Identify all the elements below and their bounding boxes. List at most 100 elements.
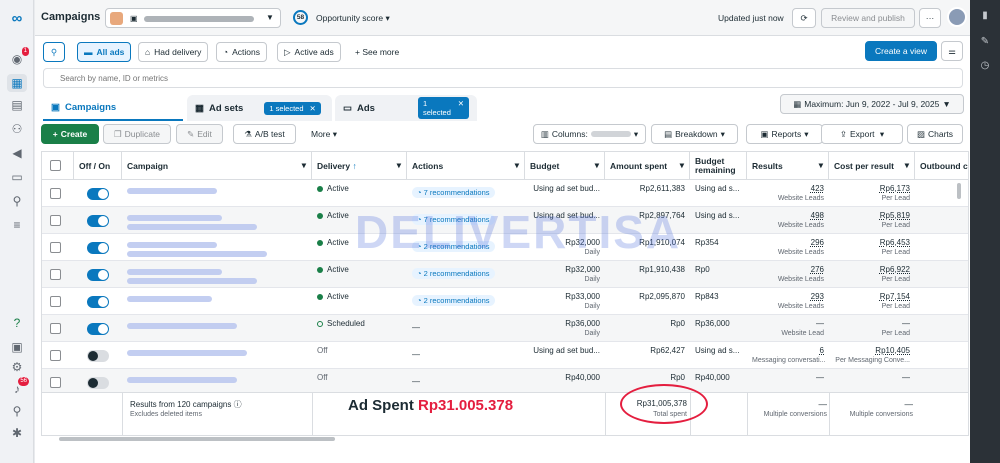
col-off-on[interactable]: Off / On	[74, 152, 122, 180]
table-row[interactable]: Off — Using ad set bud... Rp62,427 Using ad …	[42, 342, 968, 369]
row-checkbox[interactable]	[50, 188, 61, 199]
charts-button[interactable]: ▨ Charts	[907, 124, 963, 144]
campaign-name-cell[interactable]	[122, 288, 312, 315]
ads-selected-chip[interactable]: 1 selected ✕	[417, 97, 469, 119]
campaign-toggle[interactable]	[87, 269, 109, 281]
actions-cell[interactable]: ◔ 2 recommendations	[407, 288, 525, 315]
campaign-toggle[interactable]	[87, 242, 109, 254]
row-checkbox[interactable]	[50, 323, 61, 334]
folder-icon: ▬	[84, 47, 93, 57]
campaign-toggle[interactable]	[87, 377, 109, 389]
vertical-scrollbar[interactable]	[957, 183, 961, 199]
alerts-icon[interactable]: ♪ 56	[7, 377, 29, 398]
events-icon[interactable]: ⚲	[7, 192, 27, 210]
more-options-button[interactable]: ···	[919, 8, 941, 28]
pencil-icon[interactable]: ✎	[978, 36, 992, 50]
opportunity-score-badge[interactable]: 58	[293, 10, 308, 25]
actions-cell[interactable]: —	[407, 342, 525, 369]
campaigns-table-icon[interactable]: ▦	[7, 74, 27, 92]
search-input[interactable]	[44, 69, 944, 87]
campaign-toggle[interactable]	[87, 350, 109, 362]
row-checkbox[interactable]	[50, 296, 61, 307]
col-campaign[interactable]: Campaign ▾	[122, 152, 312, 180]
actions-cell[interactable]: —	[407, 315, 525, 342]
adsets-selected-chip[interactable]: 1 selected ✕	[264, 101, 321, 115]
col-cost-per-result[interactable]: Cost per result ▾	[829, 152, 915, 180]
reports-button[interactable]: ▣ Reports ▾	[746, 124, 823, 144]
megaphone-icon[interactable]: ◀	[7, 144, 27, 162]
account-selector[interactable]: ▣ ▼	[105, 8, 281, 28]
campaign-toggle[interactable]	[87, 215, 109, 227]
ab-test-button[interactable]: ⚗ A/B test	[233, 124, 296, 144]
tab-ad-sets[interactable]: ▦ Ad sets 1 selected ✕	[187, 95, 332, 121]
tab-ads[interactable]: ▭ Ads 1 selected ✕	[335, 95, 477, 121]
notifications-icon[interactable]: ◉ 1	[7, 47, 29, 68]
table-row[interactable]: Scheduled — Rp36,000 Daily Rp0 Rp36,000 — Websi…	[42, 315, 968, 342]
create-button[interactable]: + Create	[41, 124, 99, 144]
search-bar[interactable]	[43, 68, 963, 88]
actions-cell[interactable]: ◔ 7 recommendations	[407, 180, 525, 207]
horizontal-scrollbar[interactable]	[59, 437, 335, 441]
filter-active-ads[interactable]: ▷ Active ads	[277, 42, 341, 62]
bar-chart-icon[interactable]: ▮	[978, 10, 992, 24]
filter-actions[interactable]: ◔ Actions	[216, 42, 268, 62]
bug-icon[interactable]: ✱	[7, 424, 27, 442]
campaign-name-cell[interactable]	[122, 342, 312, 369]
meta-logo-icon[interactable]: ∞	[7, 9, 27, 27]
campaign-name-cell[interactable]	[122, 261, 312, 288]
table-row[interactable]: Active ◔ 2 recommendations Rp33,000 Daily Rp…	[42, 288, 968, 315]
history-icon[interactable]: ◷	[978, 60, 992, 74]
review-publish-button[interactable]: Review and publish	[821, 8, 915, 28]
see-more-link[interactable]: + See more	[355, 47, 399, 57]
campaign-name-cell[interactable]	[122, 315, 312, 342]
campaign-name-cell[interactable]	[122, 207, 312, 234]
settings-icon[interactable]: ⚙	[7, 358, 27, 376]
table-row[interactable]: Active ◔ 7 recommendations Using ad set bu…	[42, 180, 968, 207]
create-view-button[interactable]: Create a view	[865, 41, 937, 61]
filter-had-delivery[interactable]: ⌂ Had delivery	[138, 42, 209, 62]
row-checkbox[interactable]	[50, 350, 61, 361]
select-all-header[interactable]	[42, 152, 74, 180]
campaign-toggle[interactable]	[87, 188, 109, 200]
info-icon[interactable]: ⓘ	[234, 400, 242, 409]
edit-button[interactable]: ✎ Edit	[176, 124, 223, 144]
columns-button[interactable]: ▥ Columns: ▾	[533, 124, 646, 144]
campaign-toggle[interactable]	[87, 296, 109, 308]
row-checkbox[interactable]	[50, 377, 61, 388]
campaign-name-cell[interactable]	[122, 180, 312, 207]
filter-all-ads[interactable]: ▬ All ads	[77, 42, 132, 62]
col-budget-remaining[interactable]: Budget remaining	[690, 152, 747, 180]
row-checkbox[interactable]	[50, 215, 61, 226]
col-budget[interactable]: Budget ▾	[525, 152, 605, 180]
opportunity-score-label[interactable]: Opportunity score ▾	[316, 13, 390, 24]
row-checkbox[interactable]	[50, 269, 61, 280]
row-checkbox[interactable]	[50, 242, 61, 253]
more-dropdown[interactable]: More ▾	[311, 129, 337, 140]
select-all-checkbox[interactable]	[50, 160, 61, 171]
date-range-picker[interactable]: ▦ Maximum: Jun 9, 2022 - Jul 9, 2025 ▼	[780, 94, 964, 114]
actions-cell[interactable]: ◔ 2 recommendations	[407, 261, 525, 288]
tab-campaigns[interactable]: ▣ Campaigns	[43, 95, 183, 121]
audiences-icon[interactable]: ⚇	[7, 120, 27, 138]
search-toggle-button[interactable]: ⚲	[43, 42, 65, 62]
pages-icon[interactable]: ▤	[7, 96, 27, 114]
campaign-toggle[interactable]	[87, 323, 109, 335]
col-outbound[interactable]: Outbound c	[915, 152, 968, 180]
billing-icon[interactable]: ▭	[7, 168, 27, 186]
duplicate-button[interactable]: ❐ Duplicate	[103, 124, 171, 144]
export-button[interactable]: ⇪ Export ▾	[821, 124, 903, 144]
help-icon[interactable]: ?	[7, 314, 27, 332]
refresh-button[interactable]: ⟳	[792, 8, 816, 28]
col-actions[interactable]: Actions ▾	[407, 152, 525, 180]
table-row[interactable]: Active ◔ 2 recommendations Rp32,000 Daily Rp…	[42, 261, 968, 288]
reports-icon[interactable]: ▣	[7, 338, 27, 356]
menu-icon[interactable]: ≡	[7, 216, 27, 234]
breakdown-button[interactable]: ▤ Breakdown ▾	[651, 124, 738, 144]
col-amount-spent[interactable]: Amount spent ▾	[605, 152, 690, 180]
profile-avatar[interactable]	[947, 7, 967, 27]
search-nav-icon[interactable]: ⚲	[7, 402, 27, 420]
view-settings-button[interactable]: ⚌	[941, 41, 963, 61]
campaign-name-cell[interactable]	[122, 234, 312, 261]
col-delivery[interactable]: Delivery ↑ ▾	[312, 152, 407, 180]
col-results[interactable]: Results ▾	[747, 152, 829, 180]
